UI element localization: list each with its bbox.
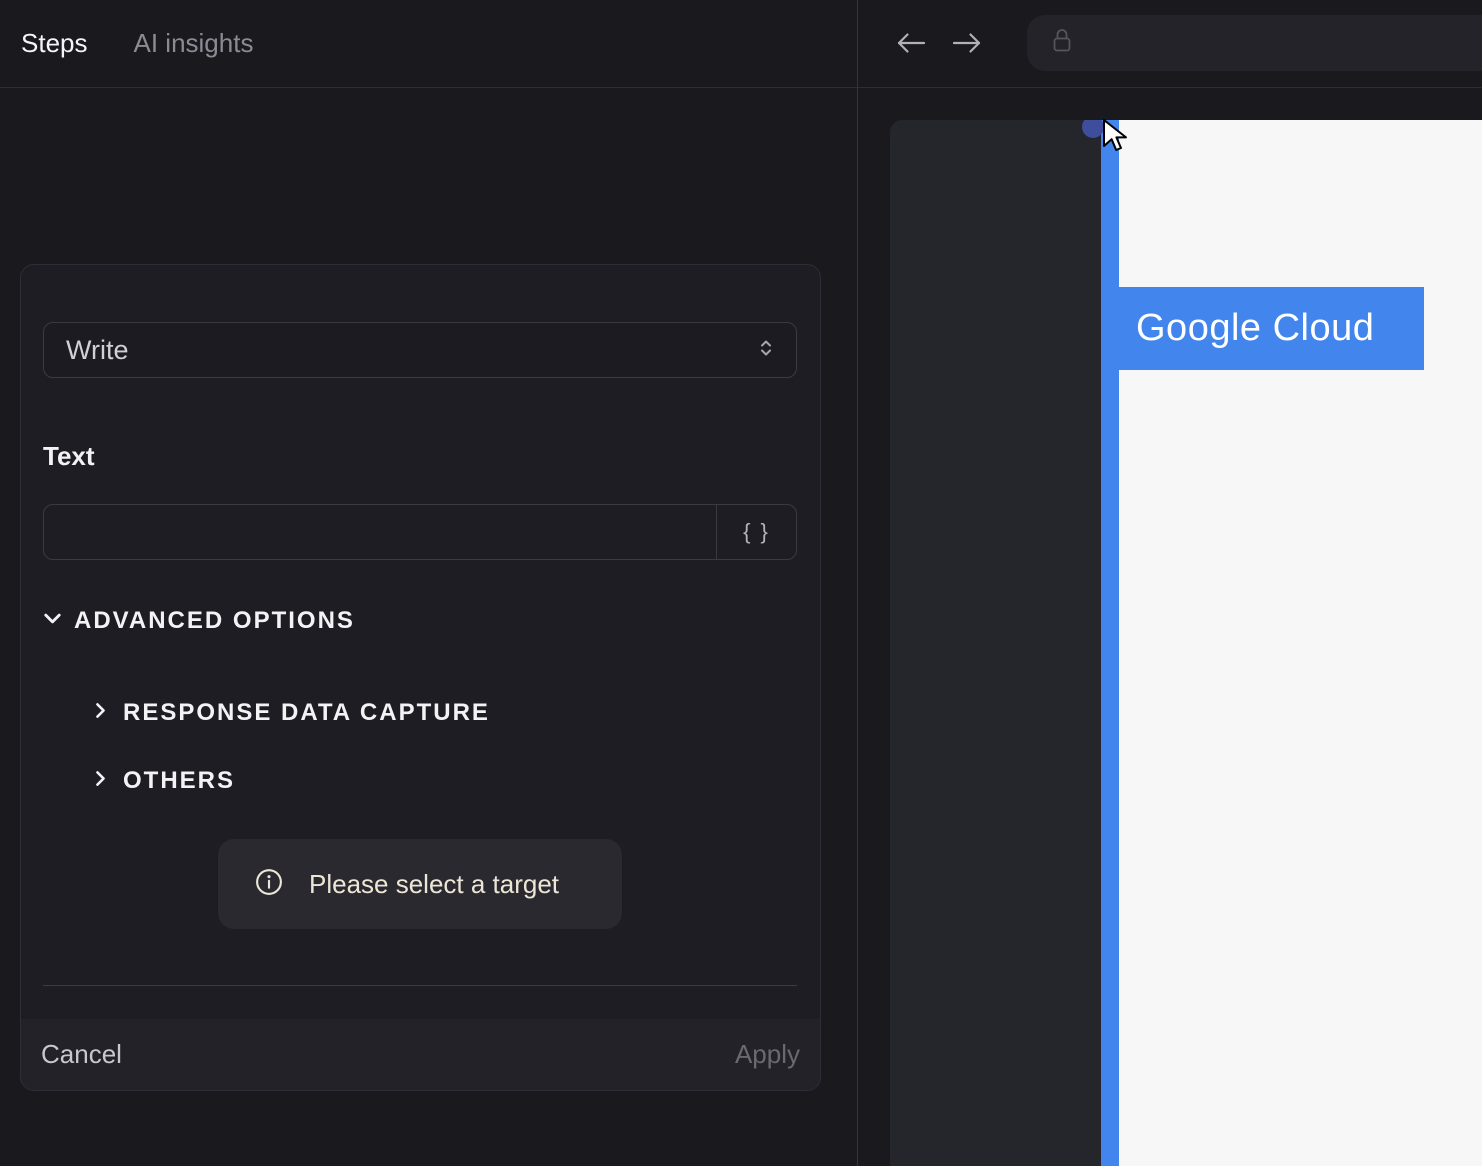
action-select[interactable]: Write: [43, 322, 797, 378]
others-toggle[interactable]: OTHERS: [90, 767, 235, 795]
step-editor-card: Write Text { } ADVANCED OPTIONS RESPONSE…: [20, 264, 821, 1091]
chevron-right-icon: [90, 700, 111, 726]
step-row[interactable]: 1 Navigate to START_URL: [0, 140, 857, 322]
advanced-options-label: ADVANCED OPTIONS: [74, 607, 355, 634]
app-window: Steps AI insights 1 Navigate to START_UR…: [0, 0, 1482, 1166]
left-tabbar: Steps AI insights: [0, 0, 857, 87]
back-button[interactable]: [894, 30, 928, 56]
advanced-options-toggle[interactable]: ADVANCED OPTIONS: [41, 607, 355, 635]
text-input-group: { }: [43, 504, 797, 560]
tab-steps[interactable]: Steps: [21, 28, 88, 59]
panel-divider: [857, 0, 858, 1166]
chevron-right-icon: [90, 768, 111, 794]
select-target-notice: Please select a target: [218, 839, 622, 929]
action-select-value: Write: [66, 334, 129, 365]
steps-panel: Steps AI insights 1 Navigate to START_UR…: [0, 0, 857, 1166]
cancel-button[interactable]: Cancel: [41, 1039, 122, 1070]
topbar-divider: [0, 87, 1482, 88]
variable-braces-button[interactable]: { }: [716, 505, 796, 559]
address-bar[interactable]: [1027, 15, 1482, 71]
arrow-left-icon: [894, 33, 928, 60]
page-brand-link[interactable]: Google Cloud: [1119, 287, 1424, 370]
apply-button[interactable]: Apply: [735, 1039, 800, 1070]
info-icon: [254, 867, 284, 902]
select-target-notice-text: Please select a target: [309, 868, 560, 899]
page-background: [1119, 120, 1482, 1166]
text-input[interactable]: [44, 505, 716, 559]
lock-icon: [1051, 26, 1073, 61]
chevrons-up-down-icon: [754, 336, 778, 365]
page-sidebar-strip: [1101, 120, 1119, 1166]
response-data-capture-toggle[interactable]: RESPONSE DATA CAPTURE: [90, 699, 490, 727]
browser-panel: Google Cloud: [858, 0, 1482, 1166]
page-viewport: Google Cloud: [890, 120, 1482, 1166]
forward-button[interactable]: [950, 30, 984, 56]
braces-icon: { }: [743, 519, 770, 544]
tab-ai-insights[interactable]: AI insights: [134, 28, 254, 59]
response-data-capture-label: RESPONSE DATA CAPTURE: [123, 699, 490, 726]
editor-footer: Cancel Apply: [21, 1019, 820, 1090]
others-label: OTHERS: [123, 767, 236, 794]
arrow-right-icon: [950, 33, 984, 60]
footer-divider: [43, 985, 797, 986]
text-field-label: Text: [43, 441, 95, 471]
chevron-down-icon: [41, 607, 64, 635]
